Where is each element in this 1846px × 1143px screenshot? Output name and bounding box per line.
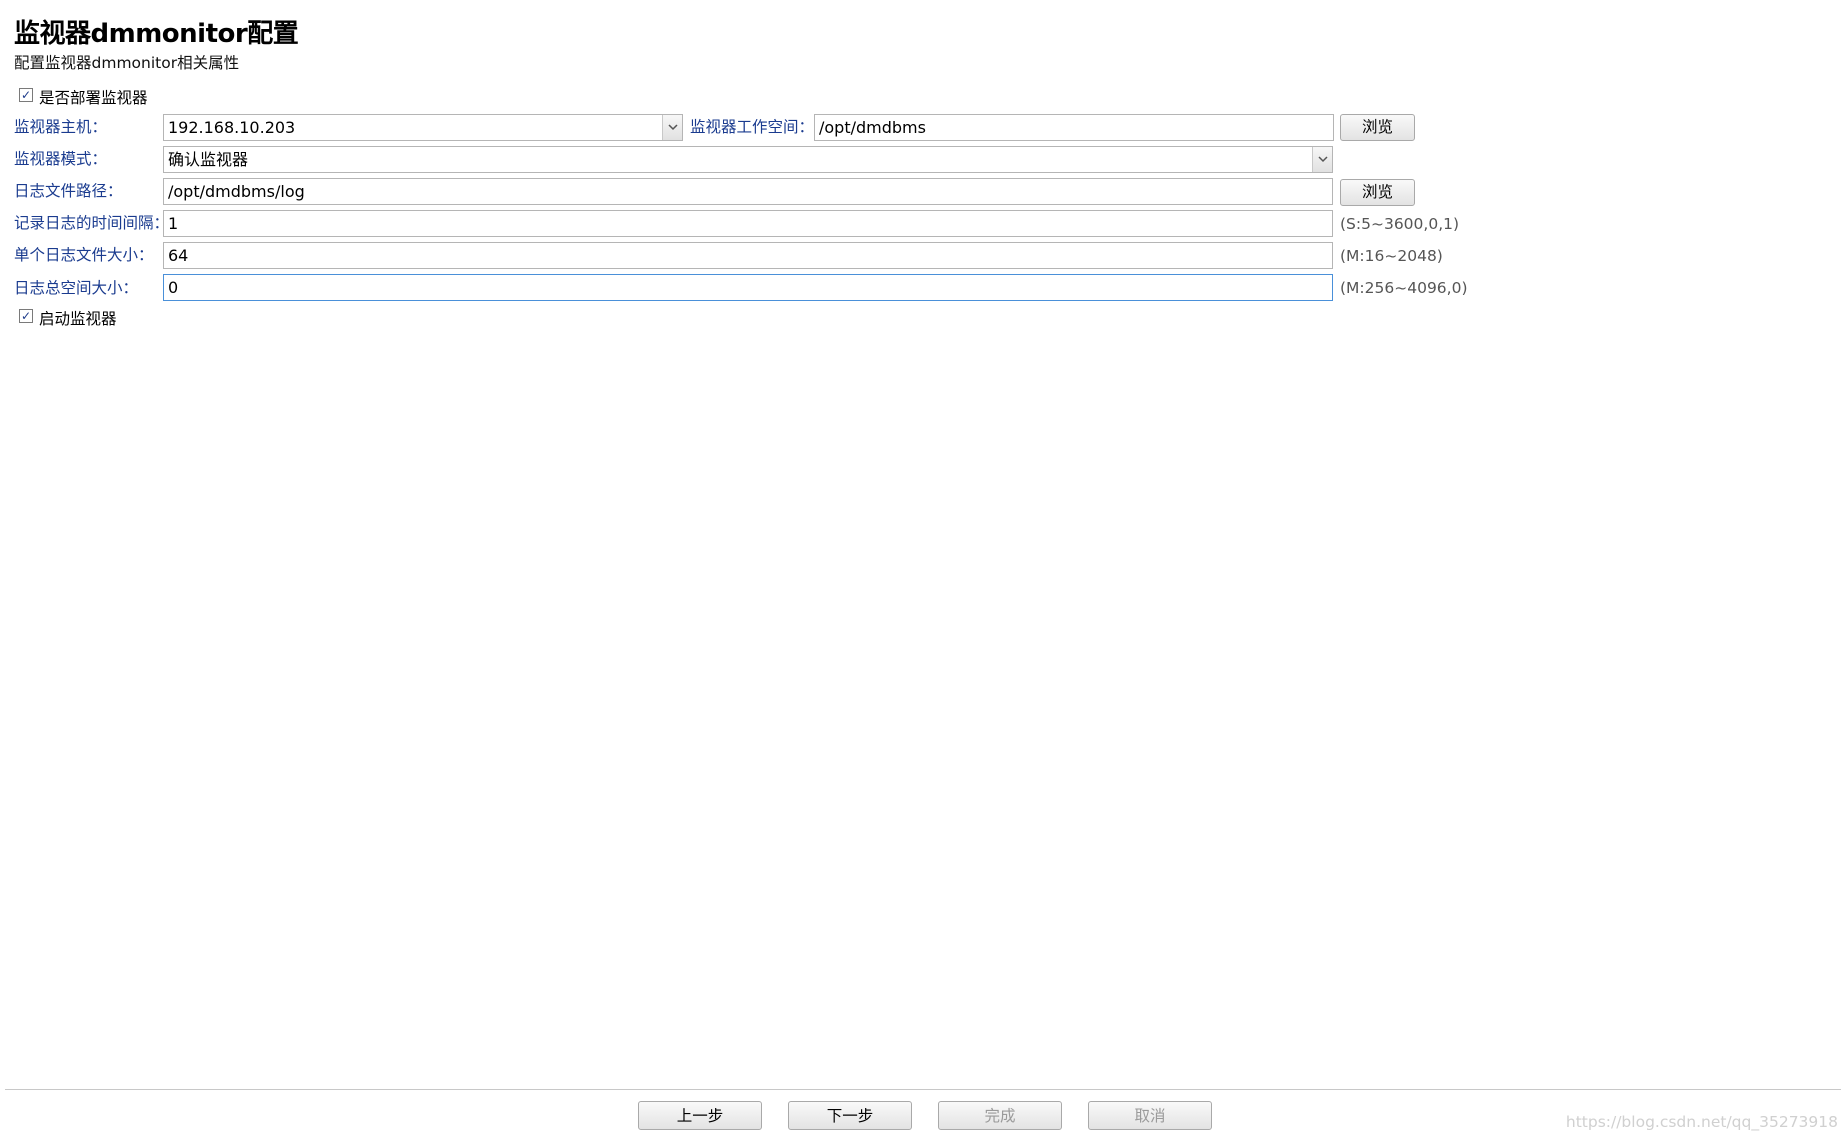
- workspace-input[interactable]: /opt/dmdbms: [814, 114, 1334, 141]
- host-dropdown-button[interactable]: [662, 115, 682, 140]
- workspace-browse-button[interactable]: 浏览: [1340, 114, 1415, 141]
- host-value: 192.168.10.203: [168, 118, 296, 137]
- prev-button[interactable]: 上一步: [638, 1101, 762, 1130]
- log-path-browse-button[interactable]: 浏览: [1340, 179, 1415, 206]
- deploy-monitor-label: 是否部署监视器: [39, 89, 148, 107]
- workspace-label: 监视器工作空间：: [690, 118, 815, 136]
- footer-divider: [5, 1089, 1841, 1090]
- finish-button[interactable]: 完成: [938, 1101, 1062, 1130]
- cancel-button[interactable]: 取消: [1088, 1101, 1212, 1130]
- mode-select[interactable]: 确认监视器: [163, 146, 1333, 173]
- next-button[interactable]: 下一步: [788, 1101, 912, 1130]
- log-interval-input[interactable]: 1: [163, 210, 1333, 237]
- start-monitor-label: 启动监视器: [39, 310, 117, 328]
- checkmark-icon: ✓: [19, 88, 33, 102]
- host-label: 监视器主机：: [14, 118, 108, 136]
- log-file-size-label: 单个日志文件大小：: [14, 246, 154, 264]
- log-file-size-input[interactable]: 64: [163, 242, 1333, 269]
- mode-dropdown-button[interactable]: [1312, 147, 1332, 172]
- page-title: 监视器dmmonitor配置: [14, 19, 299, 49]
- log-total-size-label: 日志总空间大小：: [14, 279, 139, 297]
- chevron-down-icon: [667, 124, 678, 131]
- mode-label: 监视器模式：: [14, 150, 108, 168]
- chevron-down-icon: [1317, 156, 1328, 163]
- deploy-monitor-checkbox[interactable]: ✓ 是否部署监视器: [19, 87, 148, 107]
- page-subtitle: 配置监视器dmmonitor相关属性: [14, 54, 240, 72]
- watermark-text: https://blog.csdn.net/qq_35273918: [1565, 1113, 1838, 1131]
- log-path-input[interactable]: /opt/dmdbms/log: [163, 178, 1333, 205]
- log-interval-label: 记录日志的时间间隔：: [14, 214, 170, 232]
- log-total-size-hint: (M:256~4096,0): [1340, 279, 1468, 297]
- host-select[interactable]: 192.168.10.203: [163, 114, 683, 141]
- log-interval-hint: (S:5~3600,0,1): [1340, 215, 1460, 233]
- mode-value: 确认监视器: [168, 150, 249, 169]
- log-path-label: 日志文件路径：: [14, 182, 123, 200]
- checkmark-icon: ✓: [19, 309, 33, 323]
- log-file-size-hint: (M:16~2048): [1340, 247, 1443, 265]
- start-monitor-checkbox[interactable]: ✓ 启动监视器: [19, 308, 117, 328]
- log-total-size-input[interactable]: 0: [163, 274, 1333, 301]
